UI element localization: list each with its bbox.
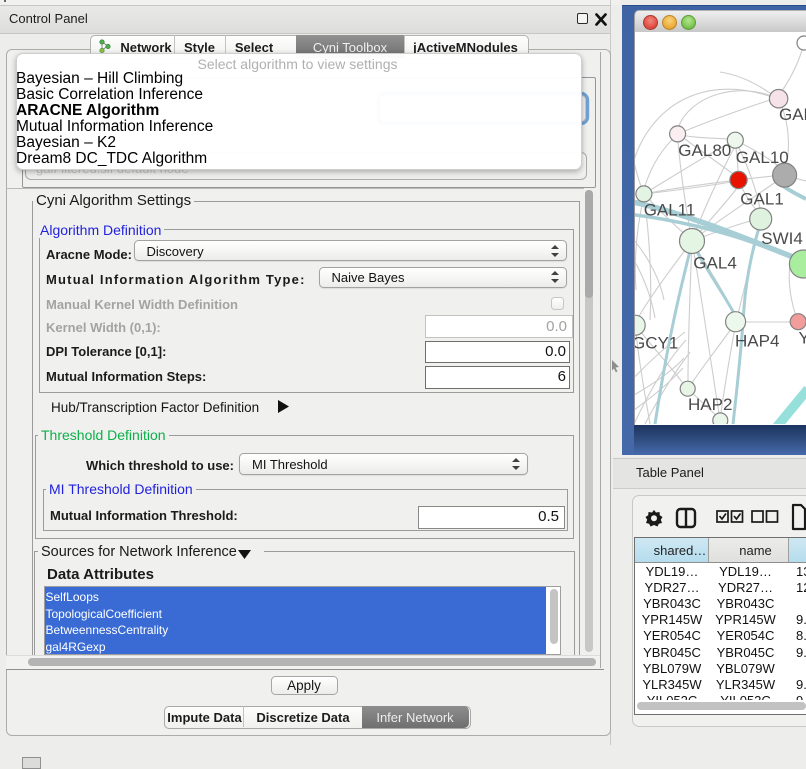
svg-text:GCY1: GCY1: [635, 334, 678, 353]
svg-text:GAL4: GAL4: [693, 254, 736, 273]
svg-text:SWI4: SWI4: [761, 229, 803, 248]
svg-text:GAL80: GAL80: [678, 141, 731, 160]
svg-text:HAP4: HAP4: [735, 331, 779, 350]
svg-text:GAL1: GAL1: [740, 190, 783, 209]
svg-text:HAP2: HAP2: [688, 395, 732, 414]
svg-text:Y: Y: [799, 329, 806, 348]
svg-text:GAL: GAL: [779, 105, 806, 124]
svg-text:GAL10: GAL10: [736, 148, 789, 167]
svg-text:GAL11: GAL11: [644, 201, 696, 220]
